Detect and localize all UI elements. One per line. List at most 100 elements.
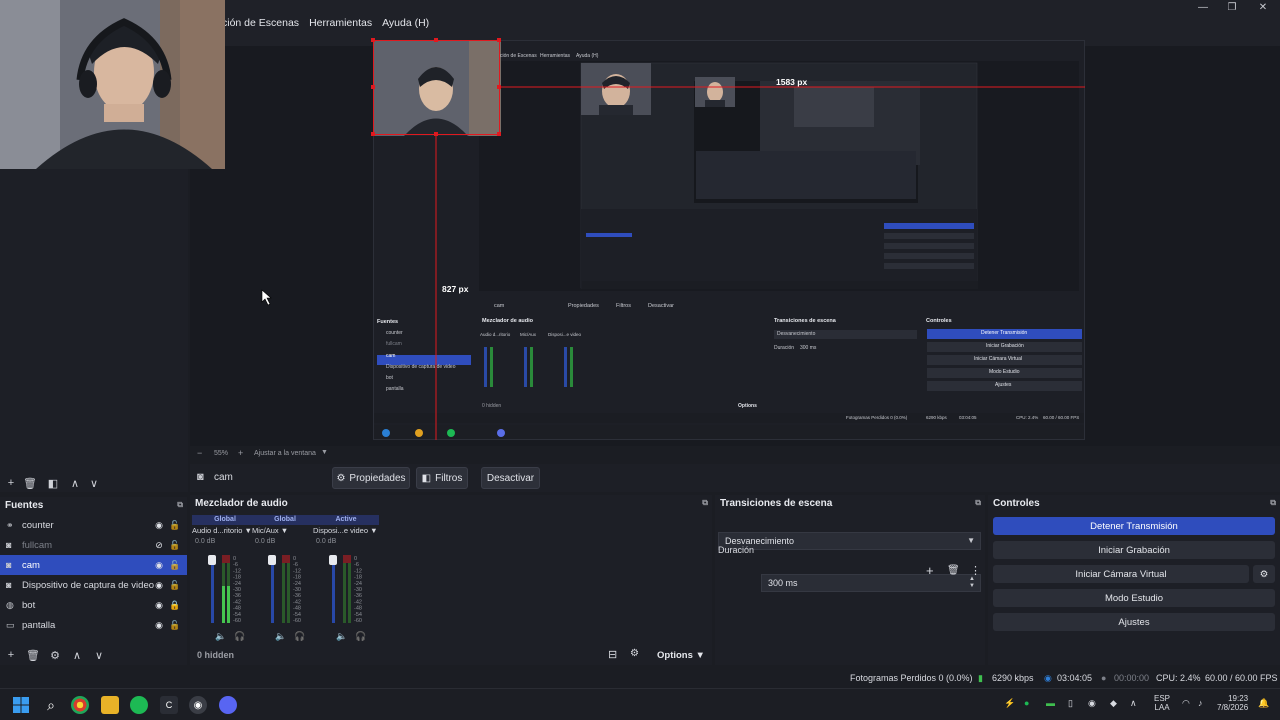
spin-arrows-icon[interactable]: ▲ ▼ [969,576,975,590]
chrome-icon[interactable] [71,696,89,714]
virtual-cam-settings-button[interactable]: ⚙ [1253,565,1275,583]
source-item[interactable]: ◙ fullcam ⊘ 🔓 [0,535,187,555]
transition-more-button[interactable]: ⋮ [970,564,981,577]
add-transition-button[interactable]: + [926,563,934,578]
source-item[interactable]: ⚭ counter ◉ 🔓 [0,515,187,535]
sources-dock: Fuentes ⧉ ⚭ counter ◉ 🔓 ◙ fullcam ⊘ 🔓 ◙ cam ◉ 🔓 ◙ Dis… [0,497,187,665]
source-context-bar: ◙ cam ⚙ Propiedades ◧ Filtros Desactivar [190,464,1280,492]
meter-scale-label: -48 [354,606,362,612]
spotify-icon[interactable] [130,696,148,714]
unlock-icon[interactable]: 🔓 [169,519,181,531]
clock[interactable]: 19:23 7/8/2026 [1217,694,1248,712]
studio-mode-button[interactable]: Modo Estudio [993,589,1275,607]
terminal-icon[interactable]: C [160,696,178,714]
settings-button[interactable]: Ajustes [993,613,1275,631]
tray-obs-icon[interactable]: ◉ [1088,698,1096,709]
source-up-button[interactable]: ∧ [69,647,85,663]
source-item[interactable]: ▭ pantalla ◉ 🔓 [0,615,187,635]
chevron-down-icon[interactable]: ▼ [245,526,252,535]
headphones-icon[interactable]: 🎧 [355,631,366,642]
unlock-icon[interactable]: 🔓 [169,539,181,551]
volume-icon[interactable]: 🔈 [215,631,226,642]
tray-nvidia-icon[interactable]: ▬ [1046,698,1055,708]
eye-icon[interactable]: ◉ [153,519,165,531]
meter-scale-label: -54 [354,612,362,618]
fader-handle [268,555,276,565]
zoom-out-button[interactable]: − [197,448,202,458]
language-indicator[interactable]: ESP LAA [1154,694,1170,712]
unlock-icon[interactable]: 🔓 [169,579,181,591]
remove-source-button[interactable]: 🗑 [25,647,41,663]
chevron-down-icon[interactable]: ▼ [370,526,377,535]
meter-right [287,555,290,623]
channel-name[interactable]: Disposi...e video ▼ [313,525,379,535]
meter-scale-label: -36 [233,593,241,599]
eye-icon[interactable]: ◉ [153,599,165,611]
tray-discord-icon[interactable]: ◆ [1110,698,1117,709]
mixer-settings-icon[interactable]: ⚙ [630,648,639,659]
tray-spotify-icon[interactable]: ● [1024,698,1029,708]
eye-icon[interactable]: ◉ [153,559,165,571]
dock-float-icon[interactable]: ⧉ [975,498,981,508]
zoom-in-button[interactable]: + [238,448,243,458]
file-explorer-icon[interactable] [101,696,119,714]
eye-off-icon[interactable]: ⊘ [153,539,165,551]
obs-icon[interactable]: ◉ [189,696,207,714]
volume-icon[interactable]: 🔈 [336,631,347,642]
windows-start-icon[interactable] [12,696,30,714]
dock-float-icon[interactable]: ⧉ [1270,498,1276,508]
zoom-bar: − 55% + Ajustar a la ventana ▼ [190,446,1280,462]
duration-spinbox[interactable]: 300 ms ▲ ▼ [761,574,981,592]
meter-scale-label: -36 [354,593,362,599]
tray-chevron-icon[interactable]: ∧ [1130,698,1137,709]
start-recording-button[interactable]: Iniciar Grabación [993,541,1275,559]
headphones-icon[interactable]: 🎧 [294,631,305,642]
mixer-options-button[interactable]: Options ▼ [657,650,705,661]
meter-level-left [222,586,225,623]
meter-left [343,555,346,623]
volume-icon[interactable]: ♪ [1198,698,1203,708]
controls-title: Controles ⧉ [993,498,1276,509]
transition-select[interactable]: Desvanecimiento ▼ [718,532,981,550]
properties-button[interactable]: ⚙ Propiedades [332,467,410,489]
zoom-dropdown-icon[interactable]: ▼ [321,449,328,456]
deactivate-button[interactable]: Desactivar [481,467,540,489]
chevron-down-icon[interactable]: ▼ [281,526,288,535]
search-icon[interactable]: ⌕ [42,696,60,714]
volume-icon[interactable]: 🔈 [275,631,286,642]
mixer-channel: Global Audio d...ritorio ▼ 0.0 dB 0 -6 -12 -18… [192,515,258,641]
channel-footer: 🔈 🎧 [336,631,366,642]
mixer-layout-icon[interactable]: ⊟ [608,648,617,661]
dock-float-icon[interactable]: ⧉ [702,498,708,508]
add-source-button[interactable]: + [3,647,19,663]
unlock-icon[interactable]: 🔓 [169,619,181,631]
sources-title: Fuentes ⧉ [5,500,183,511]
source-item[interactable]: ◙ cam ◉ 🔓 [0,555,187,575]
notification-icon[interactable]: 🔔 [1258,698,1269,709]
channel-name[interactable]: Audio d...ritorio ▼ [192,525,258,535]
source-item[interactable]: ◍ bot ◉ 🔒 [0,595,187,615]
filters-button[interactable]: ◧ Filtros [416,467,468,489]
tray-icon-1[interactable]: ⚡ [1004,698,1015,709]
zoom-fit-select[interactable]: Ajustar a la ventana [254,450,316,457]
meter-scale-label: -36 [293,593,301,599]
zoom-value: 55% [214,450,229,457]
unlock-icon[interactable]: 🔓 [169,559,181,571]
headphones-icon[interactable]: 🎧 [234,631,245,642]
channel-db: 0.0 dB [195,538,216,545]
stop-stream-button[interactable]: Detener Transmisión [993,517,1275,535]
eye-icon[interactable]: ◉ [153,619,165,631]
channel-name[interactable]: Mic/Aux ▼ [252,525,318,535]
source-item[interactable]: ◙ Dispositivo de captura de video ◉ 🔓 [0,575,187,595]
start-virtual-cam-button[interactable]: Iniciar Cámara Virtual [993,565,1249,583]
volume-meter[interactable]: 0-6-12-18-24-30-36-42-48-54-60 [327,551,387,631]
dock-float-icon[interactable]: ⧉ [177,500,183,510]
lock-icon[interactable]: 🔒 [169,599,181,611]
remove-transition-button[interactable]: 🗑 [947,565,960,576]
source-properties-button[interactable]: ⚙ [47,647,63,663]
eye-icon[interactable]: ◉ [153,579,165,591]
wifi-icon[interactable]: ◠ [1182,698,1190,709]
source-down-button[interactable]: ∨ [91,647,107,663]
tray-usb-icon[interactable]: ▯ [1068,698,1073,709]
discord-icon[interactable] [219,696,237,714]
